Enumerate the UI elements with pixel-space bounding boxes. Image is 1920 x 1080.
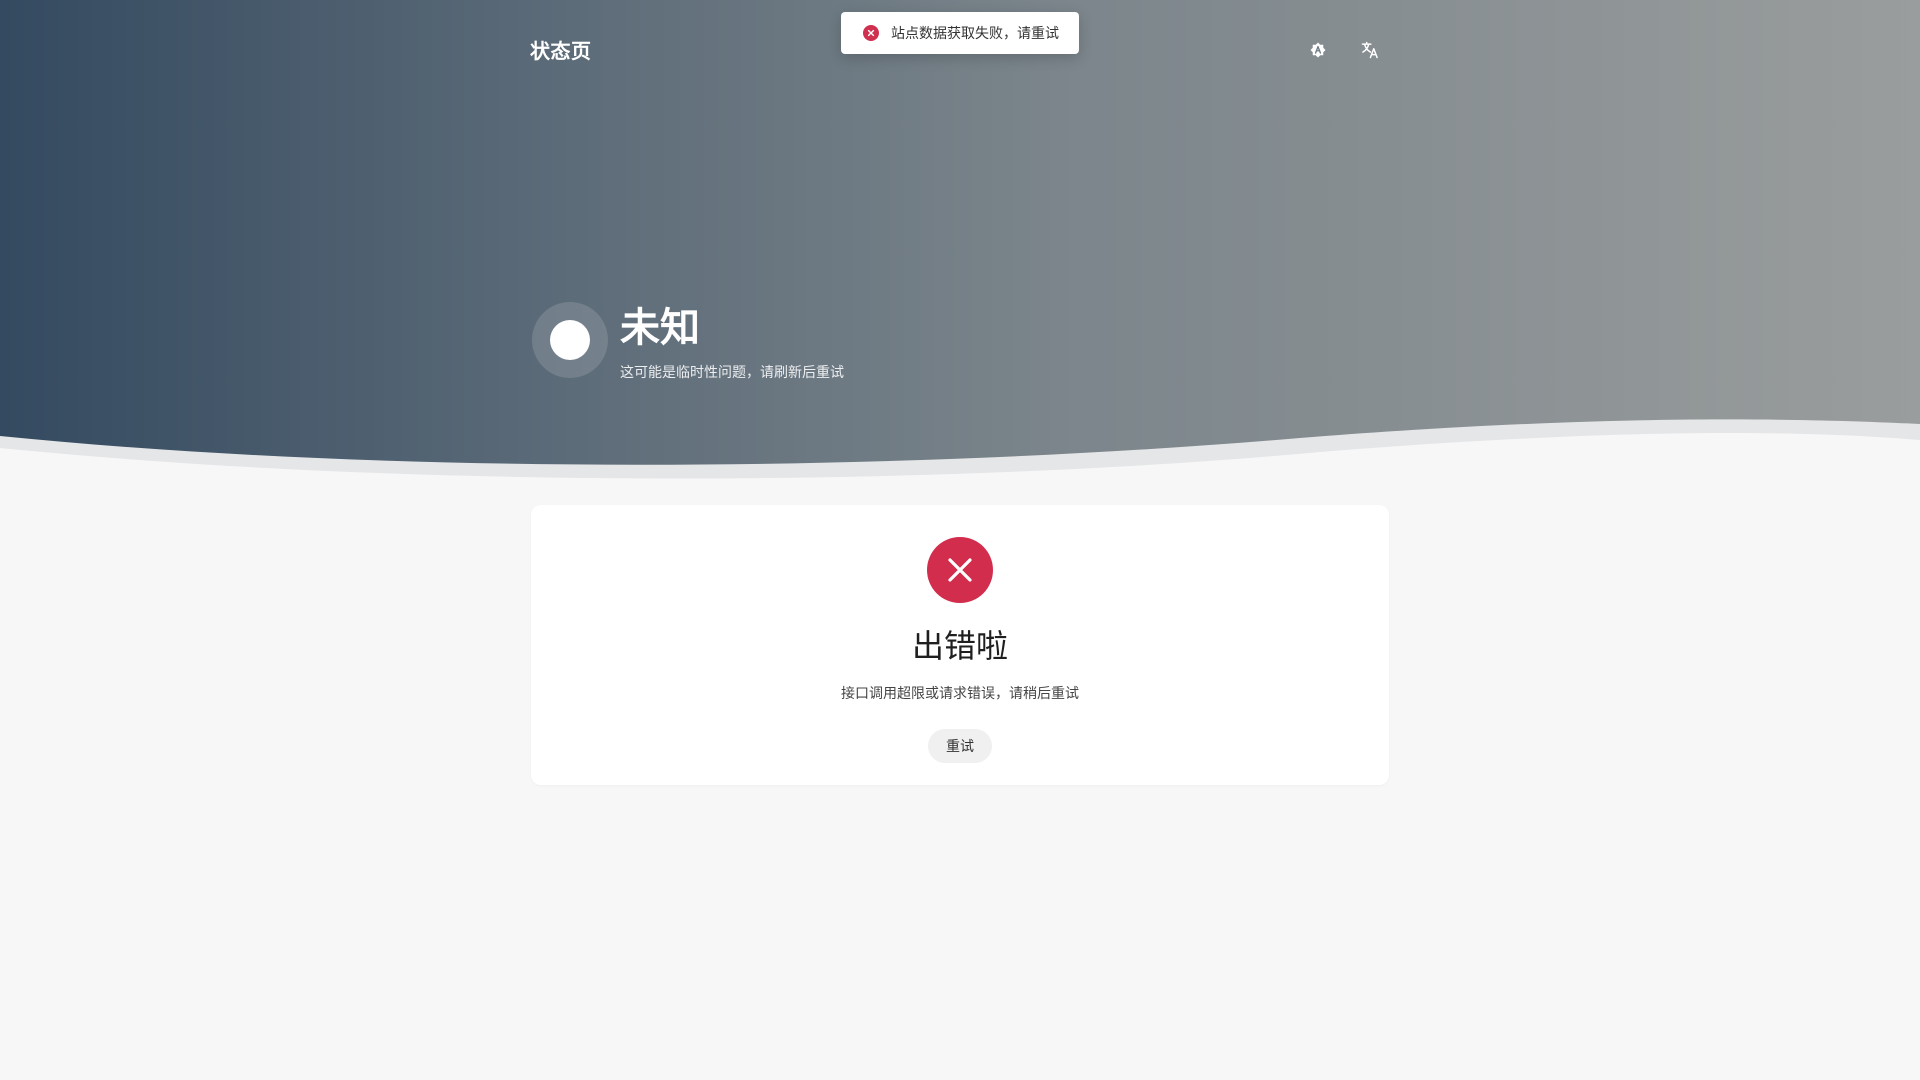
hero-wave-divider <box>0 419 1920 490</box>
translate-icon[interactable] <box>1354 34 1386 66</box>
error-card: 出错啦 接口调用超限或请求错误，请稍后重试 重试 <box>531 505 1389 785</box>
status-summary: 未知 这可能是临时性问题，请刷新后重试 <box>532 302 1232 382</box>
error-circle-icon <box>863 25 879 41</box>
error-toast: 站点数据获取失败，请重试 <box>841 12 1079 54</box>
status-description: 这可能是临时性问题，请刷新后重试 <box>620 365 844 381</box>
toast-message: 站点数据获取失败，请重试 <box>891 26 1059 42</box>
status-dot <box>550 320 590 360</box>
status-title: 未知 <box>620 305 700 351</box>
error-description: 接口调用超限或请求错误，请稍后重试 <box>841 686 1079 702</box>
status-indicator-icon <box>532 302 608 378</box>
retry-button[interactable]: 重试 <box>928 729 992 763</box>
site-title[interactable]: 状态页 <box>530 35 592 64</box>
error-title: 出错啦 <box>911 627 1008 665</box>
theme-toggle-icon[interactable] <box>1302 34 1334 66</box>
close-icon <box>927 537 993 603</box>
